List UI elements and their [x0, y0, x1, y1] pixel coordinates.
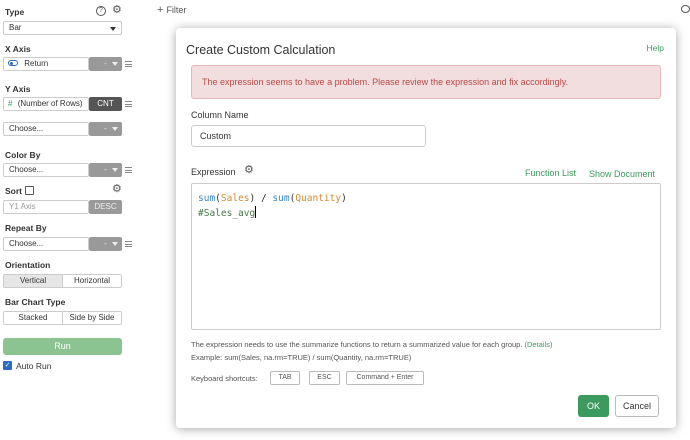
run-button[interactable]: Run [3, 338, 122, 355]
y-axis2-placeholder: Choose... [9, 124, 44, 133]
code-operator: / [255, 193, 273, 204]
color-by-select[interactable]: Choose... [3, 163, 89, 177]
orientation-toggle: Vertical Horizontal [3, 274, 122, 288]
expression-editor[interactable]: sum(Sales) / sum(Quantity) #Sales_avg [191, 183, 661, 330]
x-axis-label: X Axis [5, 44, 31, 54]
help-icon[interactable]: ? [96, 6, 106, 16]
details-link[interactable]: (Details) [525, 340, 553, 349]
bar-chart-type-label: Bar Chart Type [5, 297, 66, 307]
stacked-option[interactable]: Stacked [4, 312, 62, 324]
sort-order-button[interactable]: DESC [89, 200, 122, 214]
y-axis2-select[interactable]: Choose... [3, 122, 89, 136]
chevron-down-icon [112, 127, 118, 131]
code-paren: ) [341, 193, 347, 204]
comment-icon[interactable] [681, 5, 690, 13]
menu-icon[interactable] [125, 101, 132, 107]
toggle-icon [8, 60, 18, 66]
menu-icon[interactable] [125, 61, 132, 67]
menu-icon[interactable] [125, 241, 132, 247]
chevron-down-icon [112, 242, 118, 246]
cancel-button[interactable]: Cancel [615, 395, 659, 417]
column-name-input[interactable]: Custom [191, 125, 426, 147]
x-axis-agg-value: - [104, 59, 107, 68]
color-by-agg-value: - [104, 165, 107, 174]
chevron-down-icon [112, 168, 118, 172]
shortcut-command-enter: Command + Enter [346, 371, 424, 385]
menu-icon[interactable] [125, 167, 132, 173]
text-cursor [255, 206, 257, 218]
expression-label: Expression [191, 167, 236, 177]
plus-icon: + [157, 4, 164, 16]
y-axis-value: (Number of Rows) [17, 99, 83, 108]
auto-run-label: Auto Run [16, 361, 52, 371]
color-by-placeholder: Choose... [9, 165, 44, 174]
repeat-by-label: Repeat By [5, 223, 47, 233]
chevron-down-icon [110, 27, 116, 31]
chart-settings-sidebar: Type ? ⚙ Bar X Axis Return - Y Axis # (N… [0, 0, 135, 440]
chart-type-value: Bar [9, 23, 22, 32]
shortcut-tab: TAB [270, 371, 300, 385]
summarize-note-text: The expression needs to use the summariz… [191, 340, 523, 349]
function-list-link[interactable]: Function List [525, 168, 576, 178]
custom-calculation-dialog: Create Custom Calculation Help The expre… [176, 28, 676, 428]
side-by-side-option[interactable]: Side by Side [62, 312, 121, 324]
color-by-label: Color By [5, 150, 41, 160]
auto-run-checkbox[interactable]: ✓ [3, 361, 12, 370]
shortcut-esc: ESC [309, 371, 340, 385]
code-function: sum [198, 193, 216, 204]
example-text: Example: sum(Sales, na.rm=TRUE) / sum(Qu… [191, 353, 412, 362]
y-axis2-agg-dropdown[interactable]: - [89, 122, 122, 136]
sort-field-value: Y1 Axis [9, 202, 36, 211]
summarize-note: The expression needs to use the summariz… [191, 340, 552, 349]
x-axis-select[interactable]: Return [3, 57, 89, 71]
filter-label: Filter [166, 5, 187, 15]
type-label: Type [5, 7, 25, 17]
repeat-by-agg-value: - [104, 239, 107, 248]
add-filter-button[interactable]: + Filter [157, 4, 186, 16]
sort-label: Sort [5, 186, 22, 196]
repeat-by-agg-dropdown[interactable]: - [89, 237, 122, 251]
help-link[interactable]: Help [647, 43, 664, 53]
gear-icon[interactable]: ⚙ [112, 184, 122, 195]
show-document-link[interactable]: Show Document [589, 169, 655, 179]
code-line-1: sum(Sales) / sum(Quantity) [198, 192, 654, 206]
code-line-2: #Sales_avg [198, 206, 654, 221]
repeat-by-placeholder: Choose... [9, 239, 44, 248]
y-axis-label: Y Axis [5, 84, 31, 94]
chevron-down-icon [112, 62, 118, 66]
gear-icon[interactable]: ⚙ [112, 5, 122, 16]
orientation-vertical-option[interactable]: Vertical [4, 275, 62, 287]
code-argument: Sales [220, 193, 250, 204]
keyboard-shortcuts-label: Keyboard shortcuts: [191, 374, 258, 383]
hash-icon: # [8, 99, 13, 108]
y-axis-select[interactable]: # (Number of Rows) [3, 97, 89, 111]
chart-type-select[interactable]: Bar [3, 21, 122, 35]
repeat-by-select[interactable]: Choose... [3, 237, 89, 251]
y-axis2-agg-value: - [104, 124, 107, 133]
error-alert: The expression seems to have a problem. … [191, 65, 661, 99]
bar-chart-type-toggle: Stacked Side by Side [3, 311, 122, 325]
dialog-title: Create Custom Calculation [186, 43, 336, 57]
x-axis-agg-dropdown[interactable]: - [89, 57, 122, 71]
x-axis-value: Return [24, 59, 49, 68]
orientation-horizontal-option[interactable]: Horizontal [62, 275, 121, 287]
code-argument: Quantity [295, 193, 342, 204]
color-by-agg-dropdown[interactable]: - [89, 163, 122, 177]
code-function: sum [272, 193, 290, 204]
y-axis-agg-dropdown[interactable]: CNT [89, 97, 122, 111]
orientation-label: Orientation [5, 260, 51, 270]
sort-field-input[interactable]: Y1 Axis [3, 200, 89, 214]
sort-checkbox[interactable] [25, 186, 34, 195]
column-name-label: Column Name [191, 110, 249, 120]
code-comment: #Sales_avg [198, 208, 256, 219]
ok-button[interactable]: OK [578, 395, 609, 417]
gear-icon[interactable]: ⚙ [244, 165, 254, 176]
